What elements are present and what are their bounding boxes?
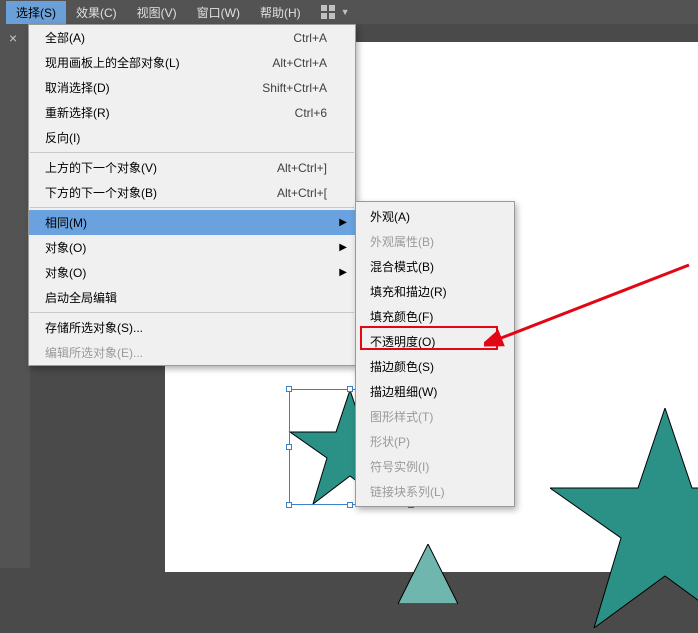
chevron-down-icon[interactable]: ▼ (341, 7, 350, 17)
menu-label: 启动全局编辑 (45, 289, 117, 306)
menu-effect[interactable]: 效果(C) (66, 1, 127, 24)
menu-separator (30, 152, 354, 153)
menubar-icons: ▼ (321, 5, 350, 19)
submenu-shape: 形状(P) (356, 429, 514, 454)
menu-shortcut: Ctrl+A (293, 31, 327, 45)
submenu-stroke-color[interactable]: 描边颜色(S) (356, 354, 514, 379)
select-dropdown: 全部(A) Ctrl+A 现用画板上的全部对象(L) Alt+Ctrl+A 取消… (28, 24, 356, 366)
menu-label: 取消选择(D) (45, 79, 110, 96)
menu-label: 下方的下一个对象(B) (45, 184, 157, 201)
menu-label: 全部(A) (45, 29, 85, 46)
menu-shortcut: Shift+Ctrl+A (262, 81, 327, 95)
menu-edit-selection: 编辑所选对象(E)... (29, 340, 355, 365)
submenu-graphic-style: 图形样式(T) (356, 404, 514, 429)
menu-help[interactable]: 帮助(H) (250, 1, 311, 24)
menu-object[interactable]: 对象(O) ▶ (29, 235, 355, 260)
menu-shortcut: Alt+Ctrl+] (277, 161, 327, 175)
submenu-arrow-icon: ▶ (339, 267, 347, 278)
submenu-arrow-icon: ▶ (339, 242, 347, 253)
menu-shortcut: Alt+Ctrl+[ (277, 186, 327, 200)
menu-save-selection[interactable]: 存储所选对象(S)... (29, 315, 355, 340)
document-tab-bar: × (0, 24, 30, 568)
menu-start-global-edit[interactable]: 启动全局编辑 (29, 285, 355, 310)
arrange-docs-icon[interactable] (321, 5, 335, 19)
menu-label: 重新选择(R) (45, 104, 110, 121)
submenu-fill-color[interactable]: 填充颜色(F) (356, 304, 514, 329)
submenu-stroke-weight[interactable]: 描边粗细(W) (356, 379, 514, 404)
menu-label: 相同(M) (45, 214, 87, 231)
menu-label: 上方的下一个对象(V) (45, 159, 157, 176)
close-icon[interactable]: × (0, 24, 30, 52)
menu-window[interactable]: 窗口(W) (187, 1, 250, 24)
menu-shortcut: Ctrl+6 (295, 106, 327, 120)
menu-all[interactable]: 全部(A) Ctrl+A (29, 25, 355, 50)
star-shape-large[interactable] (550, 408, 698, 633)
menu-label: 现用画板上的全部对象(L) (45, 54, 180, 71)
menu-reselect[interactable]: 重新选择(R) Ctrl+6 (29, 100, 355, 125)
menubar: 选择(S) 效果(C) 视图(V) 窗口(W) 帮助(H) ▼ (0, 0, 698, 24)
menu-label: 对象(O) (45, 264, 86, 281)
menu-label: 反向(I) (45, 129, 80, 146)
menu-separator (30, 312, 354, 313)
menu-label: 编辑所选对象(E)... (45, 344, 143, 361)
submenu-appearance-attr: 外观属性(B) (356, 229, 514, 254)
menu-next-below[interactable]: 下方的下一个对象(B) Alt+Ctrl+[ (29, 180, 355, 205)
menu-object2[interactable]: 对象(O) ▶ (29, 260, 355, 285)
menu-label: 存储所选对象(S)... (45, 319, 143, 336)
submenu-arrow-icon: ▶ (339, 217, 347, 228)
menu-deselect[interactable]: 取消选择(D) Shift+Ctrl+A (29, 75, 355, 100)
menu-shortcut: Alt+Ctrl+A (272, 56, 327, 70)
menu-select[interactable]: 选择(S) (6, 1, 66, 24)
submenu-appearance[interactable]: 外观(A) (356, 204, 514, 229)
menu-separator (30, 207, 354, 208)
submenu-symbol-instance: 符号实例(I) (356, 454, 514, 479)
submenu-fill-and-stroke[interactable]: 填充和描边(R) (356, 279, 514, 304)
submenu-opacity[interactable]: 不透明度(O) (356, 329, 514, 354)
menu-inverse[interactable]: 反向(I) (29, 125, 355, 150)
triangle-shape[interactable] (398, 544, 458, 609)
menu-label: 对象(O) (45, 239, 86, 256)
menu-same[interactable]: 相同(M) ▶ (29, 210, 355, 235)
menu-next-above[interactable]: 上方的下一个对象(V) Alt+Ctrl+] (29, 155, 355, 180)
menu-view[interactable]: 视图(V) (127, 1, 187, 24)
submenu-blend-mode[interactable]: 混合模式(B) (356, 254, 514, 279)
submenu-link-block-series: 链接块系列(L) (356, 479, 514, 504)
menu-all-on-artboard[interactable]: 现用画板上的全部对象(L) Alt+Ctrl+A (29, 50, 355, 75)
same-submenu: 外观(A) 外观属性(B) 混合模式(B) 填充和描边(R) 填充颜色(F) 不… (355, 201, 515, 507)
